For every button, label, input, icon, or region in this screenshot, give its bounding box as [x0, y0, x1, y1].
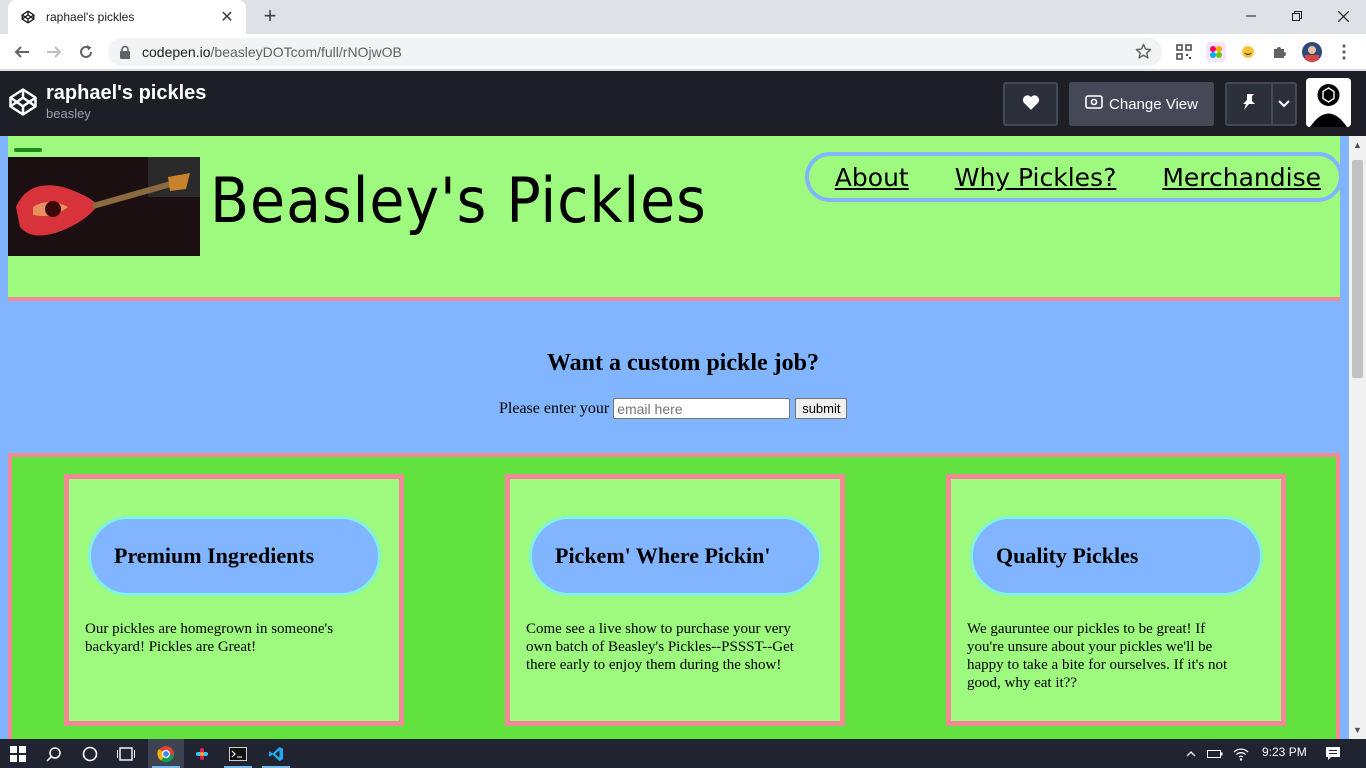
feature-card-body: Our pickles are homegrown in someone's b…	[85, 621, 334, 655]
codepen-favicon-icon	[20, 9, 36, 25]
heart-icon	[1022, 94, 1040, 115]
chevron-down-icon	[1278, 95, 1290, 113]
slack-taskbar-icon[interactable]	[184, 739, 220, 768]
email-prompt-label: Please enter your	[499, 399, 610, 417]
browser-tab[interactable]: raphael's pickles ✕	[8, 0, 246, 34]
feature-card-title: Quality Pickles	[996, 543, 1139, 568]
pin-dropdown-button[interactable]	[1273, 84, 1295, 124]
submit-button[interactable]: submit	[795, 398, 848, 419]
features-section: Premium Ingredients Our pickles are home…	[8, 453, 1340, 739]
feature-card-body: We gauruntee our pickles to be great! If…	[967, 621, 1228, 691]
scroll-down-arrow-icon[interactable]: ▼	[1353, 725, 1362, 735]
pin-button-group	[1225, 82, 1297, 126]
url-path: /beasleyDOTcom/full/rNOjwOB	[210, 44, 402, 60]
terminal-taskbar-icon[interactable]	[220, 739, 256, 768]
windows-taskbar: 9:23 PM	[0, 739, 1366, 768]
pen-title[interactable]: raphael's pickles	[46, 82, 206, 105]
site-brand-title: Beasley's Pickles	[210, 164, 707, 237]
change-view-button[interactable]: Change View	[1069, 82, 1214, 126]
site-header: Beasley's Pickles About Why Pickles? Mer…	[8, 136, 1343, 301]
taskbar-clock[interactable]: 9:23 PM	[1262, 745, 1307, 759]
notifications-icon[interactable]	[1318, 739, 1348, 768]
feature-card-title-pill: Pickem' Where Pickin'	[529, 516, 822, 596]
chrome-taskbar-icon[interactable]	[148, 739, 184, 768]
scroll-up-arrow-icon[interactable]: ▲	[1353, 140, 1362, 150]
extensions-puzzle-icon[interactable]	[1270, 42, 1290, 62]
pin-icon	[1241, 93, 1257, 116]
hand-extension-icon[interactable]	[1238, 42, 1258, 62]
change-view-label: Change View	[1109, 95, 1198, 113]
feature-card-title: Premium Ingredients	[114, 543, 315, 568]
feature-card-title-pill: Premium Ingredients	[88, 516, 381, 596]
nav-link-merchandise[interactable]: Merchandise	[1162, 163, 1321, 192]
bookmark-star-icon[interactable]	[1135, 43, 1152, 65]
nav-link-why-pickles[interactable]: Why Pickles?	[955, 163, 1117, 192]
windows-start-icon[interactable]	[0, 739, 36, 768]
close-window-icon[interactable]	[1320, 0, 1366, 32]
forward-icon[interactable]	[42, 40, 66, 64]
feature-card-title-pill: Quality Pickles	[970, 516, 1263, 596]
profile-avatar[interactable]	[1302, 42, 1322, 62]
guitar-logo-image	[8, 157, 200, 256]
feature-card: Pickem' Where Pickin' Come see a live sh…	[505, 474, 845, 726]
minimize-icon[interactable]	[1228, 0, 1274, 32]
feature-card: Quality Pickles We gauruntee our pickles…	[946, 474, 1286, 726]
address-bar[interactable]: codepen.io/beasleyDOTcom/full/rNOjwOB	[108, 38, 1162, 66]
page-scrollbar[interactable]: ▲ ▼	[1349, 136, 1366, 739]
tab-strip: raphael's pickles ✕ +	[0, 0, 1366, 34]
feature-card-title: Pickem' Where Pickin'	[555, 543, 771, 568]
codepen-header: raphael's pickles beasley Change View	[0, 71, 1366, 136]
colorful-extension-icon[interactable]	[1206, 42, 1226, 62]
cta-section: Want a custom pickle job?	[0, 350, 1366, 377]
feature-card: Premium Ingredients Our pickles are home…	[64, 474, 404, 726]
task-view-icon[interactable]	[108, 739, 144, 768]
new-tab-button[interactable]: +	[258, 5, 282, 29]
nav-link-about[interactable]: About	[835, 163, 909, 192]
back-icon[interactable]	[10, 40, 34, 64]
search-icon[interactable]	[36, 739, 72, 768]
site-nav: About Why Pickles? Merchandise	[805, 152, 1343, 202]
tray-chevron-up-icon[interactable]	[1182, 739, 1200, 768]
lock-icon	[120, 45, 134, 59]
pen-author[interactable]: beasley	[46, 106, 91, 121]
browser-toolbar: codepen.io/beasleyDOTcom/full/rNOjwOB	[0, 34, 1366, 70]
menu-dots-icon[interactable]	[1334, 42, 1354, 62]
reload-icon[interactable]	[74, 40, 98, 64]
feature-card-body: Come see a live show to purchase your ve…	[526, 621, 794, 673]
cta-heading: Want a custom pickle job?	[546, 350, 819, 376]
user-avatar[interactable]	[1306, 78, 1351, 127]
cortana-icon[interactable]	[72, 739, 108, 768]
vscode-taskbar-icon[interactable]	[258, 739, 294, 768]
email-input[interactable]	[613, 398, 791, 419]
close-tab-icon[interactable]: ✕	[218, 7, 236, 27]
restore-icon[interactable]	[1274, 0, 1320, 32]
love-button[interactable]	[1003, 82, 1058, 126]
battery-icon[interactable]	[1204, 739, 1226, 768]
email-form: Please enter your submit	[499, 398, 848, 419]
url-host: codepen.io	[142, 44, 211, 60]
url-text: codepen.io/beasleyDOTcom/full/rNOjwOB	[142, 44, 402, 60]
scrollbar-thumb[interactable]	[1352, 160, 1363, 378]
tab-title: raphael's pickles	[46, 10, 135, 24]
pin-button[interactable]	[1227, 84, 1273, 124]
page-viewport: Beasley's Pickles About Why Pickles? Mer…	[0, 136, 1366, 739]
eye-icon	[1085, 95, 1103, 113]
wifi-icon[interactable]	[1230, 739, 1252, 768]
qr-extension-icon[interactable]	[1174, 42, 1194, 62]
codepen-logo-icon[interactable]	[8, 87, 38, 122]
